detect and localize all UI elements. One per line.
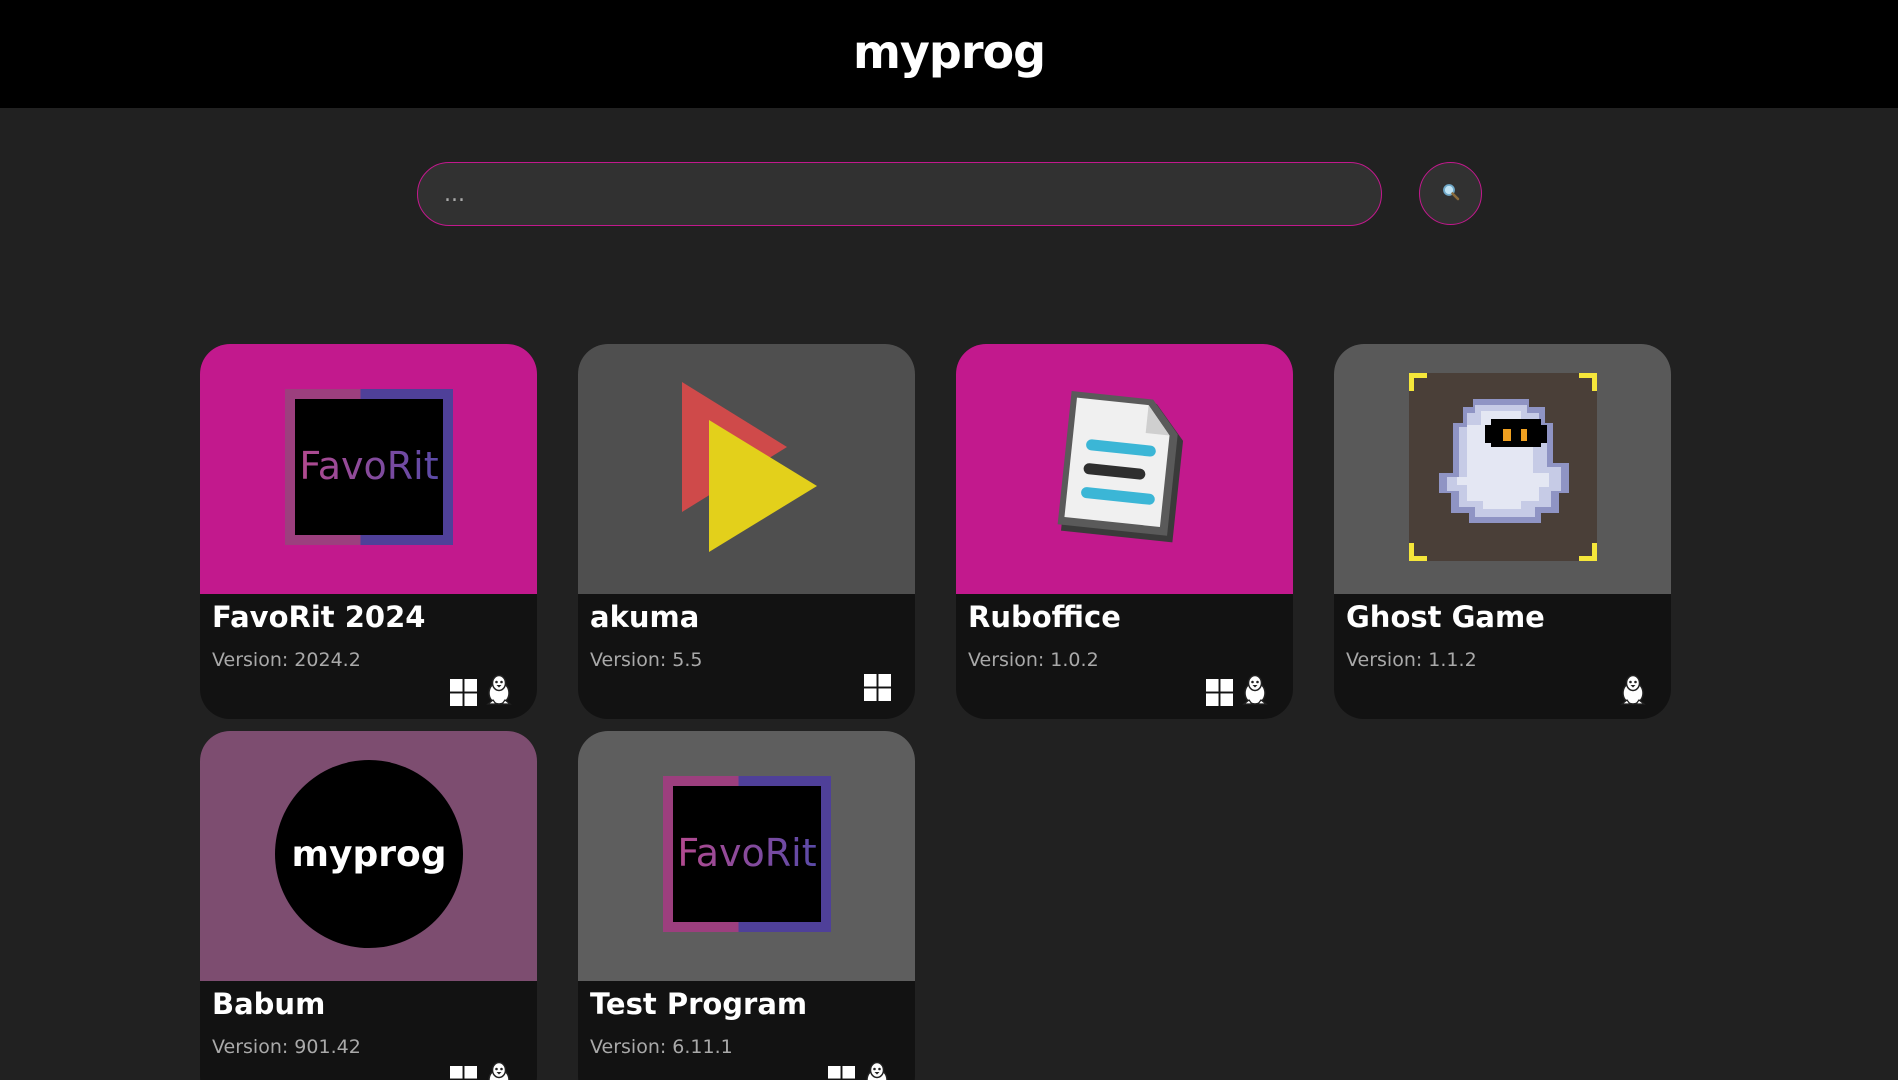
platform-list [1619,674,1647,706]
document-logo [1050,387,1200,551]
linux-icon [485,1061,513,1080]
platform-list [828,1061,891,1080]
top-header: myprog [0,0,1898,108]
platform-list [450,1061,513,1080]
app-title: akuma [590,600,700,634]
app-card[interactable]: Ghost Game Version: 1.1.2 [1334,344,1671,719]
app-thumbnail: myprog [200,731,537,981]
app-card[interactable]: FavoRit Test Program Version: 6.11.1 [578,731,915,1080]
myprog-circle-logo: myprog [274,760,463,952]
linux-icon [863,1061,891,1080]
app-brand[interactable]: myprog [853,25,1046,79]
windows-icon [450,679,477,706]
windows-icon [864,674,891,701]
favorit-logo: FavoRit [284,389,453,549]
search-input[interactable] [444,163,1381,225]
logo-text: myprog [291,834,446,875]
logo-text: FavoRit [677,831,816,875]
app-version: Version: 1.0.2 [968,649,1099,671]
linux-icon [1619,674,1647,706]
app-title: Ghost Game [1346,600,1545,634]
search-icon [1442,183,1460,205]
platform-list [450,674,513,706]
app-card[interactable]: akuma Version: 5.5 [578,344,915,719]
search-button[interactable] [1419,162,1482,225]
app-card[interactable]: myprog Babum Version: 901.42 [200,731,537,1080]
app-title: FavoRit 2024 [212,600,426,634]
app-thumbnail [956,344,1293,594]
app-version: Version: 5.5 [590,649,703,671]
app-thumbnail [578,344,915,594]
app-thumbnail [1334,344,1671,594]
windows-icon [450,1066,477,1080]
linux-icon [1241,674,1269,706]
app-thumbnail: FavoRit [200,344,537,594]
app-title: Ruboffice [968,600,1121,634]
windows-icon [828,1066,855,1080]
linux-icon [485,674,513,706]
app-title: Babum [212,987,326,1021]
app-card[interactable]: Ruboffice Version: 1.0.2 [956,344,1293,719]
play-triangles-logo [667,382,827,556]
logo-text: FavoRit [299,444,438,488]
app-thumbnail: FavoRit [578,731,915,981]
search-box [417,162,1382,226]
app-card[interactable]: FavoRit FavoRit 2024 Version: 2024.2 [200,344,537,719]
app-version: Version: 901.42 [212,1036,361,1058]
app-version: Version: 2024.2 [212,649,361,671]
pixel-ghost-logo [1408,373,1597,565]
platform-list [864,674,891,701]
windows-icon [1206,679,1233,706]
app-version: Version: 6.11.1 [590,1036,733,1058]
app-version: Version: 1.1.2 [1346,649,1477,671]
platform-list [1206,674,1269,706]
favorit-logo: FavoRit [662,776,831,936]
app-title: Test Program [590,987,808,1021]
